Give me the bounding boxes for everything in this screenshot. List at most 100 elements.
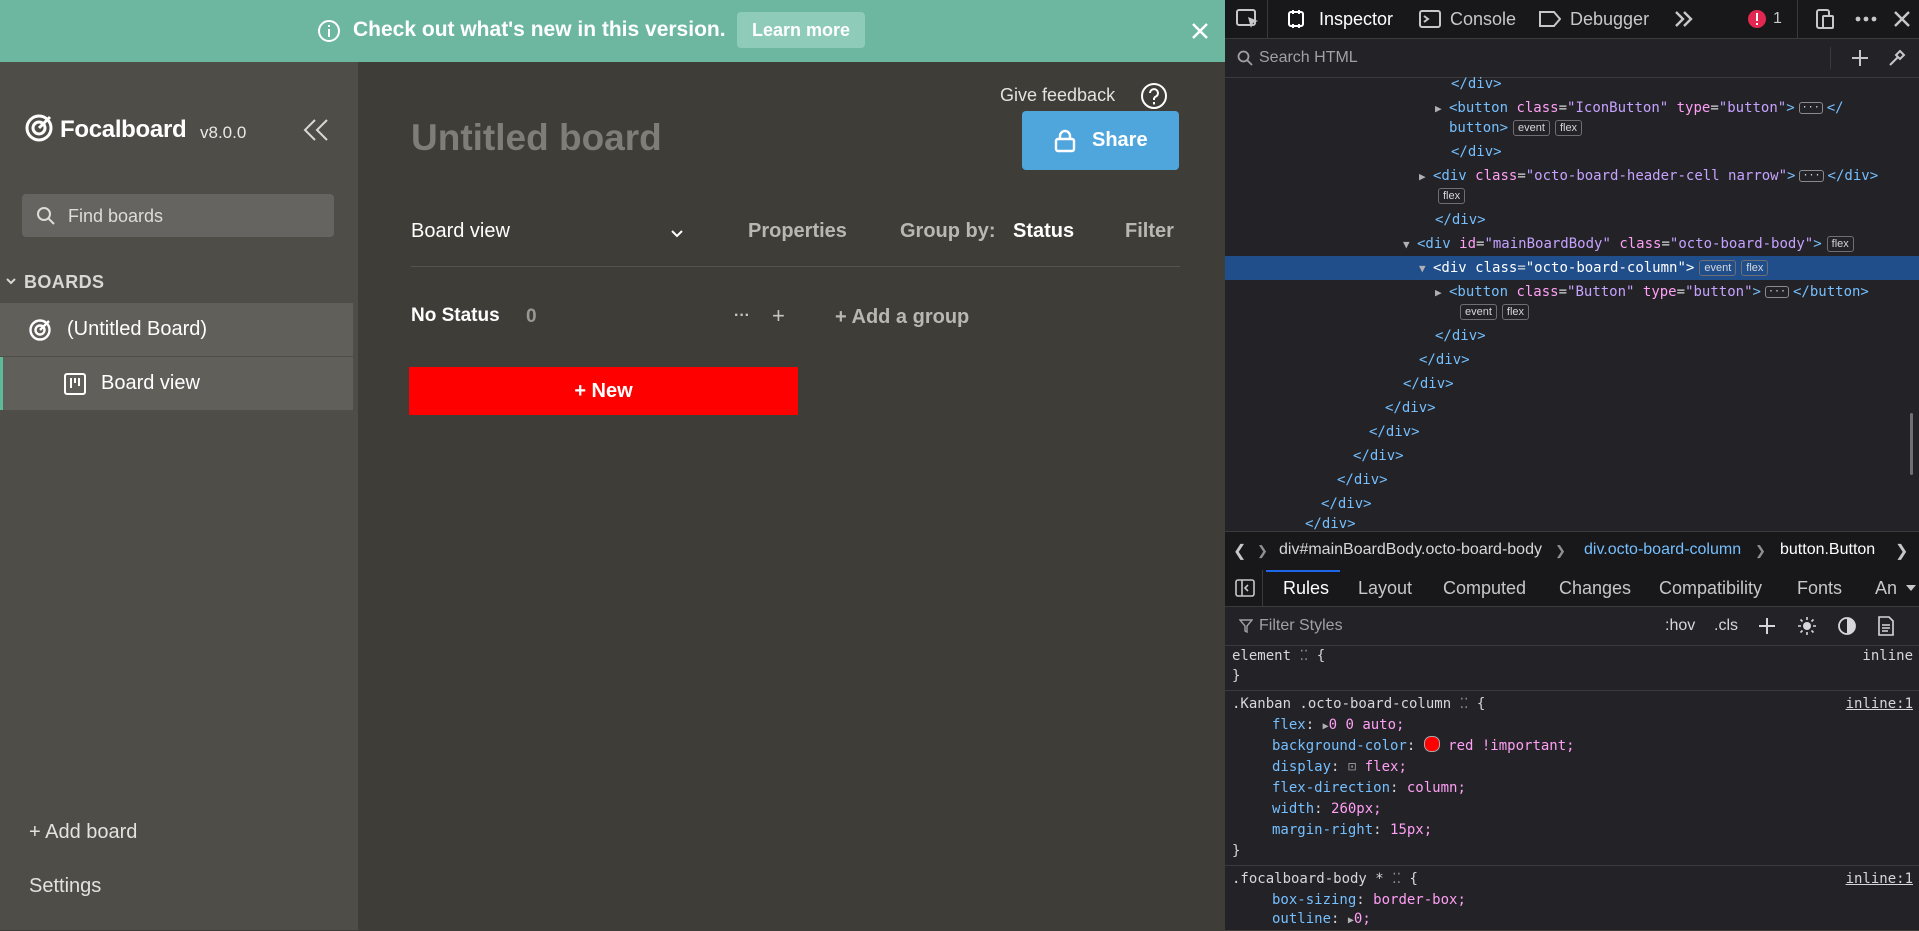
rules-panel-tabs: Rules Layout Computed Changes Compatibil…	[1225, 570, 1919, 607]
group-name: No Status	[411, 305, 500, 326]
toolbar-divider	[411, 266, 1180, 267]
help-icon[interactable]	[1140, 82, 1168, 110]
close-devtools-icon[interactable]	[1893, 10, 1911, 28]
view-selector[interactable]: Board view	[411, 220, 510, 243]
more-tabs-icon[interactable]	[1673, 10, 1695, 28]
markup-line[interactable]: </div>	[1225, 396, 1919, 420]
group-by-value[interactable]: Status	[1013, 220, 1074, 243]
tab-changes[interactable]: Changes	[1559, 578, 1631, 599]
markup-line[interactable]: button> event flex	[1225, 116, 1919, 140]
markup-line[interactable]: event flex	[1225, 300, 1919, 324]
group-add-card-icon[interactable]: +	[772, 303, 785, 329]
color-swatch-icon	[1423, 736, 1440, 752]
boards-label: BOARDS	[24, 272, 105, 292]
breadcrumb-item[interactable]: div#mainBoardBody.octo-board-body	[1279, 541, 1542, 559]
markup-line[interactable]: </div>	[1225, 140, 1919, 164]
more-options-icon[interactable]	[1855, 16, 1877, 22]
properties-button[interactable]: Properties	[748, 220, 847, 243]
markup-line-selected[interactable]: ▼ <div class="octo-board-column"> event fle…	[1225, 256, 1919, 280]
sidebar-item-untitled-board[interactable]: (Untitled Board)	[0, 303, 353, 356]
markup-line[interactable]: </div>	[1225, 468, 1919, 492]
filter-button[interactable]: Filter	[1125, 220, 1174, 243]
group-by-label[interactable]: Group by:	[900, 220, 996, 243]
chevron-down-icon[interactable]	[670, 227, 684, 241]
css-declaration[interactable]: outline: ▶0;	[1272, 909, 1371, 930]
search-icon	[36, 206, 56, 226]
share-button[interactable]: Share	[1022, 111, 1179, 170]
tab-debugger[interactable]: Debugger	[1570, 9, 1649, 30]
console-icon	[1419, 10, 1441, 28]
hover-pseudo-button[interactable]: :hov	[1665, 617, 1695, 635]
breadcrumb-forward-icon[interactable]: ❯	[1895, 541, 1908, 561]
eyedropper-icon[interactable]	[1887, 48, 1907, 68]
info-icon	[317, 19, 341, 43]
markup-line[interactable]: </div>	[1225, 208, 1919, 232]
markup-line[interactable]: </div>	[1225, 512, 1919, 530]
markup-line[interactable]: </div>	[1225, 444, 1919, 468]
css-declaration[interactable]: box-sizing: border-box;	[1272, 890, 1466, 911]
light-mode-icon[interactable]	[1797, 616, 1817, 636]
tab-animations[interactable]: An	[1875, 578, 1897, 599]
markup-scrollbar[interactable]	[1910, 413, 1913, 475]
markup-line[interactable]: </div>	[1225, 372, 1919, 396]
rule-source-link[interactable]: inline:1	[1846, 869, 1913, 890]
tabs-overflow-icon[interactable]	[1905, 584, 1917, 592]
add-rule-icon[interactable]	[1758, 617, 1776, 635]
css-declaration[interactable]: flex-direction: column;	[1272, 778, 1466, 799]
markup-line[interactable]: </div>	[1225, 348, 1919, 372]
dark-mode-icon[interactable]	[1837, 616, 1857, 636]
rule-source-link[interactable]: inline:1	[1846, 694, 1913, 715]
responsive-design-icon[interactable]	[1815, 8, 1835, 30]
learn-more-button[interactable]: Learn more	[737, 12, 865, 48]
tab-compatibility[interactable]: Compatibility	[1659, 578, 1762, 599]
collapse-sidebar-icon[interactable]	[302, 118, 330, 142]
css-declaration[interactable]: flex: ▶0 0 auto;	[1272, 715, 1404, 736]
boards-section-header[interactable]: BOARDS	[0, 268, 358, 296]
breadcrumb-item[interactable]: button.Button	[1780, 541, 1875, 559]
tab-fonts[interactable]: Fonts	[1797, 578, 1842, 599]
tab-console[interactable]: Console	[1450, 9, 1516, 30]
settings-button[interactable]: Settings	[29, 875, 101, 898]
search-icon	[1237, 50, 1253, 66]
html-markup-tree[interactable]: </div> ▶ <button class="IconButton" type=…	[1225, 76, 1919, 530]
css-rules-list[interactable]: element ⁚⁚ { inline } .Kanban .octo-boar…	[1225, 646, 1919, 930]
markup-line[interactable]: </div>	[1225, 324, 1919, 348]
css-declaration[interactable]: background-color: red !important;	[1272, 736, 1575, 757]
focalboard-logo-icon	[24, 113, 54, 143]
close-icon[interactable]	[1191, 22, 1209, 40]
board-view-icon	[63, 372, 87, 396]
group-more-icon[interactable]: ···	[734, 307, 750, 325]
css-declaration[interactable]: width: 260px;	[1272, 799, 1382, 820]
give-feedback-link[interactable]: Give feedback	[1000, 85, 1115, 106]
sidebar-item-board-view[interactable]: Board view	[0, 357, 353, 410]
tab-layout[interactable]: Layout	[1358, 578, 1412, 599]
add-group-button[interactable]: + Add a group	[835, 306, 969, 329]
markup-line[interactable]: </div>	[1225, 72, 1919, 96]
filter-styles-input[interactable]: Filter Styles :hov .cls	[1225, 607, 1919, 646]
add-board-button[interactable]: + Add board	[29, 821, 137, 844]
find-boards-input[interactable]: Find boards	[22, 194, 334, 237]
css-declaration[interactable]: display: ⊡ flex;	[1272, 757, 1407, 778]
add-node-icon[interactable]	[1851, 49, 1869, 67]
rule-close: }	[1232, 668, 1241, 684]
breadcrumb: ❮ ❯ div#mainBoardBody.octo-board-body ❯ …	[1225, 531, 1919, 571]
markup-line[interactable]: flex	[1225, 184, 1919, 208]
markup-line[interactable]: </div>	[1225, 420, 1919, 444]
new-card-button[interactable]: + New	[409, 367, 798, 415]
class-toggle-button[interactable]: .cls	[1714, 617, 1738, 635]
breadcrumb-item[interactable]: div.octo-board-column	[1584, 541, 1741, 559]
breadcrumb-back-icon[interactable]: ❮	[1233, 541, 1246, 561]
element-picker-icon[interactable]	[1235, 8, 1261, 30]
rule-selector: .Kanban .octo-board-column ⁚⁚ {	[1232, 696, 1486, 712]
print-media-icon[interactable]	[1877, 616, 1895, 636]
css-declaration[interactable]: margin-right: 15px;	[1272, 820, 1432, 841]
inspector-icon	[1287, 10, 1305, 28]
toggle-sidebar-icon[interactable]	[1235, 579, 1255, 597]
tab-inspector[interactable]: Inspector	[1319, 9, 1393, 30]
markup-line[interactable]: ▼ <div id="mainBoardBody" class="octo-boa…	[1225, 232, 1919, 256]
tab-rules[interactable]: Rules	[1283, 578, 1329, 599]
lock-icon	[1054, 129, 1076, 153]
board-title[interactable]: Untitled board	[411, 117, 662, 159]
error-icon[interactable]	[1747, 9, 1767, 29]
tab-computed[interactable]: Computed	[1443, 578, 1526, 599]
